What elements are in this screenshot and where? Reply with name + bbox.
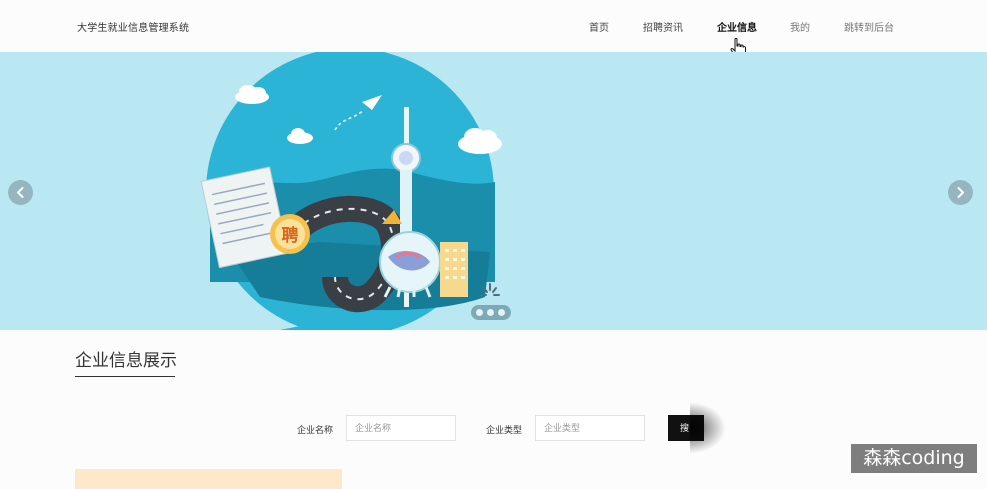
hire-badge-text: 聘 <box>282 225 299 246</box>
chevron-right-icon <box>957 187 964 198</box>
nav-company-info[interactable]: 企业信息 <box>717 19 757 34</box>
site-brand[interactable]: 大学生就业信息管理系统 <box>77 19 189 34</box>
watermark: 森森coding <box>851 444 977 473</box>
blur-artifact <box>690 402 726 454</box>
company-type-input[interactable] <box>535 415 645 441</box>
company-name-input[interactable] <box>346 415 456 441</box>
banner-carousel: 聘 <box>0 52 987 330</box>
carousel-prev-button[interactable] <box>8 180 33 205</box>
nav-home[interactable]: 首页 <box>589 19 609 34</box>
chevron-left-icon <box>17 187 24 198</box>
carousel-next-button[interactable] <box>948 180 973 205</box>
nav-mine[interactable]: 我的 <box>790 19 810 34</box>
carousel-dot-3[interactable] <box>498 309 505 316</box>
nav-go-admin[interactable]: 跳转到后台 <box>844 19 894 34</box>
carousel-dot-1[interactable] <box>476 309 483 316</box>
company-type-label: 企业类型 <box>486 425 523 435</box>
section-title: 企业信息展示 <box>75 351 177 370</box>
top-navbar: 大学生就业信息管理系统 首页 招聘资讯 企业信息 我的 跳转到后台 <box>0 0 987 58</box>
carousel-indicators <box>471 305 511 320</box>
company-name-label: 企业名称 <box>297 425 334 435</box>
banner-illustration: 聘 <box>200 52 502 330</box>
section-title-underline <box>75 376 175 377</box>
nav-job-news[interactable]: 招聘资讯 <box>643 19 683 34</box>
carousel-dot-2[interactable] <box>487 309 494 316</box>
company-card[interactable] <box>75 469 342 489</box>
